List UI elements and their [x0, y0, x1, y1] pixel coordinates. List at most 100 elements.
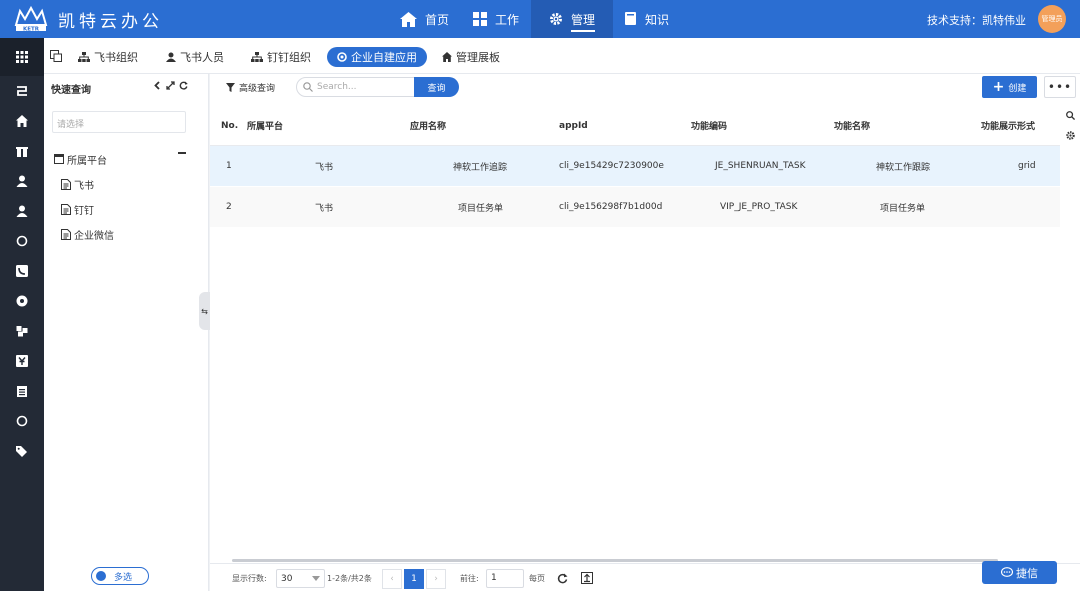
col-header-appid[interactable]: appId [559, 106, 588, 145]
col-header-app-name[interactable]: 应用名称 [410, 106, 446, 145]
user-avatar[interactable]: 管理员 [1038, 5, 1066, 33]
rail-user-alt[interactable] [0, 196, 44, 226]
nav-work-label: 工作 [495, 12, 520, 27]
tree-root-platform[interactable]: 所属平台 [54, 151, 107, 167]
goto-page-input[interactable]: 1 [486, 569, 524, 588]
refresh-icon[interactable] [557, 564, 568, 591]
tab-dingtalk-org[interactable]: 钉钉组织 [251, 47, 311, 67]
tree-node-label: 钉钉 [74, 205, 94, 217]
tab-feishu-users[interactable]: 飞书人员 [166, 47, 224, 67]
grid-icon [16, 51, 28, 63]
current-page-button[interactable]: 1 [404, 569, 424, 589]
col-header-func-code[interactable]: 功能编码 [691, 106, 727, 145]
home-icon [16, 115, 28, 127]
cell-func-code: JE_SHENRUAN_TASK [715, 161, 806, 171]
quick-query-title: 快速查询 [51, 85, 91, 96]
col-header-display-type[interactable]: 功能展示形式 [981, 106, 1035, 145]
plus-icon: + [992, 79, 1005, 95]
tree-node-label: 飞书 [74, 180, 94, 192]
tree-node-wecom[interactable]: 企业微信 [61, 226, 114, 242]
feedback-button[interactable]: 捷信 [982, 561, 1057, 584]
rail-gift[interactable] [0, 136, 44, 166]
tree-root-label: 所属平台 [67, 155, 107, 167]
column-settings-icon[interactable] [1066, 129, 1075, 143]
tab-feishu-org[interactable]: 飞书组织 [78, 47, 138, 67]
per-page-label: 每页 [529, 573, 545, 583]
multi-select-label: 多选 [114, 572, 133, 583]
refresh-icon[interactable] [179, 81, 188, 93]
home-icon [400, 11, 417, 27]
app-logo[interactable]: KETR 凯特云办公 [12, 5, 163, 33]
nav-home[interactable]: 首页 [388, 0, 461, 38]
rail-cube[interactable] [0, 316, 44, 346]
org-tree-icon [78, 52, 90, 62]
expand-icon[interactable] [166, 81, 175, 93]
flow-icon [17, 86, 27, 96]
gear-icon [549, 12, 563, 26]
rail-home[interactable] [0, 106, 44, 136]
table-row[interactable]: 2 飞书 项目任务单 cli_9e156298f7b1d00d VIP_JE_P… [210, 187, 1060, 228]
cell-func-name: 项目任务单 [880, 203, 926, 214]
search-button[interactable]: 查询 [414, 77, 459, 97]
col-header-func-name[interactable]: 功能名称 [834, 106, 870, 145]
tags-icon [16, 446, 27, 457]
rail-circle[interactable] [0, 226, 44, 256]
nav-work[interactable]: 工作 [461, 0, 531, 38]
create-button[interactable]: + 创建 [982, 76, 1037, 98]
feedback-label: 捷信 [1016, 566, 1038, 580]
collapse-left-icon[interactable] [153, 81, 162, 93]
tab-menu-icon[interactable] [50, 50, 62, 62]
search-icon [303, 82, 313, 92]
column-search-icon[interactable] [1066, 109, 1076, 123]
tab-feishu-org-label: 飞书组织 [94, 51, 138, 64]
more-options-button[interactable]: ••• [1044, 76, 1076, 98]
chevron-down-icon [312, 576, 320, 581]
rail-aperture[interactable] [0, 286, 44, 316]
platform-select[interactable]: 请选择 [52, 111, 186, 133]
next-page-button[interactable]: › [426, 569, 446, 589]
rows-per-page-label: 显示行数: [232, 573, 267, 583]
rail-grid-menu[interactable] [0, 38, 44, 76]
rail-tags[interactable] [0, 436, 44, 466]
search-input[interactable] [317, 82, 407, 92]
col-header-no[interactable]: No. [221, 106, 238, 145]
tree-node-feishu[interactable]: 飞书 [61, 176, 94, 192]
cell-no: 2 [226, 202, 232, 212]
cell-func-name: 神软工作跟踪 [876, 162, 931, 173]
nav-manage[interactable]: 管理 [531, 0, 614, 38]
quick-query-panel: 快速查询 请选择 所属平台 飞书 钉钉 企业微信 多选 [44, 74, 209, 591]
nav-manage-label: 管理 [571, 11, 596, 32]
panel-collapse-handle[interactable]: ⇆ [199, 292, 210, 330]
rows-per-page-value: 30 [281, 573, 293, 584]
tab-enterprise-apps[interactable]: 企业自建应用 [327, 47, 427, 67]
rail-phone[interactable] [0, 256, 44, 286]
tab-dingtalk-org-label: 钉钉组织 [267, 51, 311, 64]
rail-yen[interactable] [0, 346, 44, 376]
cell-appid: cli_9e156298f7b1d00d [559, 202, 663, 212]
export-icon[interactable] [581, 564, 593, 591]
cell-func-code: VIP_JE_PRO_TASK [720, 202, 798, 212]
advanced-query-button[interactable]: 高级查询 [226, 81, 275, 94]
tree-node-dingtalk[interactable]: 钉钉 [61, 201, 94, 217]
rows-per-page-select[interactable]: 30 [276, 569, 325, 588]
rail-user[interactable] [0, 166, 44, 196]
main-nav: 首页 工作 管理 知识 [388, 0, 681, 38]
rail-clipboard[interactable] [0, 376, 44, 406]
table-row[interactable]: 1 飞书 神软工作追踪 cli_9e15429c7230900e JE_SHEN… [210, 146, 1060, 187]
tab-dashboard[interactable]: 管理展板 [442, 47, 500, 67]
filter-icon [226, 83, 235, 92]
logo-crown-icon: KETR [12, 5, 50, 33]
col-header-platform[interactable]: 所属平台 [247, 106, 283, 145]
horizontal-scrollbar[interactable] [232, 559, 998, 562]
multi-select-toggle[interactable]: 多选 [91, 567, 149, 585]
tree-node-label: 企业微信 [74, 230, 114, 242]
clipboard-icon [17, 386, 27, 397]
nav-knowledge[interactable]: 知识 [613, 0, 681, 38]
rail-circle-2[interactable] [0, 406, 44, 436]
apps-icon [473, 12, 488, 26]
collapse-node-icon[interactable] [178, 152, 186, 154]
user-icon [16, 175, 28, 187]
rail-flow[interactable] [0, 76, 44, 106]
create-button-label: 创建 [1008, 83, 1027, 94]
prev-page-button[interactable]: ‹ [382, 569, 402, 589]
